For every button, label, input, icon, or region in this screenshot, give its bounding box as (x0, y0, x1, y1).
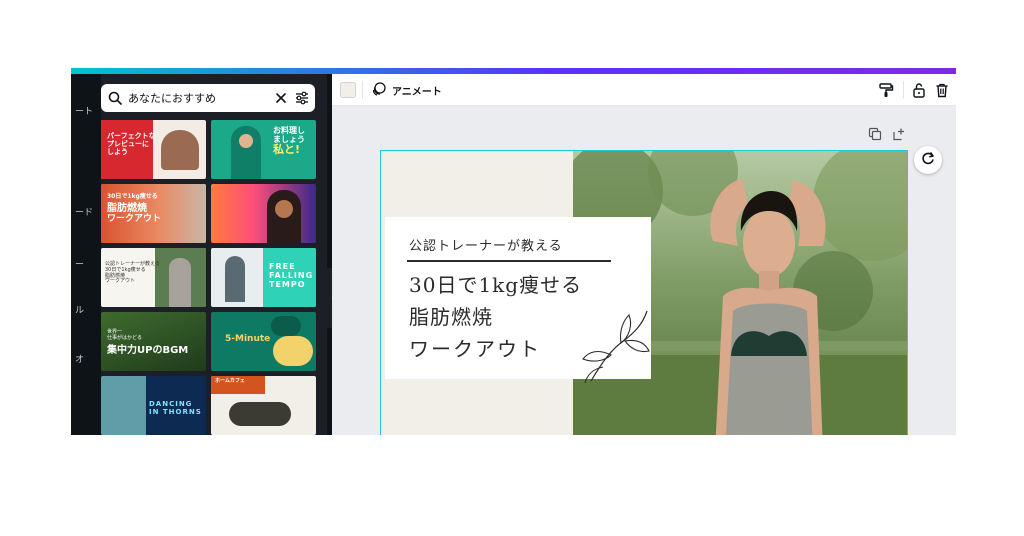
rail-label: ード (75, 208, 94, 218)
template-card[interactable]: ホームカフェ (211, 376, 316, 435)
template-text: DANCING IN THORNS (149, 400, 202, 417)
page-tools (868, 126, 906, 141)
title-text-card[interactable]: 公認トレーナーが教える 30日で1kg痩せる 脂肪燃焼 ワークアウト (385, 217, 651, 383)
leaf-ornament[interactable] (581, 309, 651, 383)
search-input[interactable] (128, 91, 273, 105)
template-text: 世界一 仕事がはかどる 集中力UPのBGM (107, 329, 189, 356)
template-card[interactable]: 30日で1kg痩せる 脂肪燃焼 ワークアウト (101, 184, 206, 243)
canvas-area: アニメート 公認トレーナーが教える 30日で1kg痩せる 脂肪燃焼 ワークアウト (332, 74, 956, 435)
animate-label: アニメート (392, 86, 442, 98)
design-title-line[interactable]: 脂肪燃焼 (409, 301, 493, 330)
template-card[interactable]: お料理し ましょう 私と! (211, 120, 316, 179)
rail-item-text[interactable]: ー (75, 257, 99, 270)
subtitle-underline (407, 260, 611, 262)
rail-label: ート (75, 107, 94, 117)
editor-app: ート ード ー ル オ パーフェクトなプレビューにしよう (71, 68, 956, 435)
design-title-line[interactable]: 30日で1kg痩せる (409, 269, 582, 298)
template-card[interactable]: 5-Minute (211, 312, 316, 371)
design-title-line[interactable]: ワークアウト (409, 333, 541, 362)
template-card[interactable]: DANCING IN THORNS (101, 376, 206, 435)
template-card[interactable] (211, 184, 316, 243)
sliders-icon[interactable] (294, 90, 309, 106)
template-text: お料理し ましょう 私と! (273, 126, 305, 157)
template-card[interactable]: パーフェクトな プレビューに しよう (101, 120, 206, 179)
template-card[interactable]: 公認トレーナーが教える 30日で1kg痩せる 脂肪燃焼 ワークアウト (101, 248, 206, 307)
duplicate-page-icon[interactable] (868, 126, 882, 141)
design-page[interactable]: 公認トレーナーが教える 30日で1kg痩せる 脂肪燃焼 ワークアウト (380, 150, 908, 435)
template-text: FREE FALLING TEMPO (269, 262, 314, 290)
search-bar (101, 84, 315, 112)
rail-item-tools[interactable]: ル (75, 303, 99, 316)
background-color-swatch[interactable] (340, 82, 356, 98)
refresh-icon (920, 150, 936, 170)
rail-label: ー (75, 260, 85, 270)
unlock-icon[interactable] (911, 82, 927, 98)
rail-item-elements[interactable]: ート (75, 104, 99, 117)
editor-toolbar: アニメート (332, 74, 956, 106)
design-subtitle[interactable]: 公認トレーナーが教える (409, 235, 563, 254)
refresh-button[interactable] (914, 146, 942, 174)
animate-button[interactable]: アニメート (372, 80, 442, 100)
template-card[interactable]: 世界一 仕事がはかどる 集中力UPのBGM (101, 312, 206, 371)
close-icon[interactable] (273, 90, 288, 106)
rail-item-upload[interactable]: ード (75, 205, 99, 218)
rail-label: オ (75, 355, 85, 365)
rail-item-audio[interactable]: オ (75, 352, 99, 365)
search-icon (107, 90, 122, 106)
template-card[interactable]: FREE FALLING TEMPO (211, 248, 316, 307)
rail-label: ル (75, 306, 85, 316)
left-rail: ート ード ー ル オ (71, 74, 101, 435)
paint-roller-icon[interactable] (878, 82, 894, 98)
template-text: パーフェクトな プレビューに しよう (107, 132, 156, 157)
template-text: 30日で1kg痩せる 脂肪燃焼 ワークアウト (107, 193, 162, 225)
templates-panel: パーフェクトなプレビューにしよう お料理しましょう私と! 30日で1kg痩せる脂… (101, 74, 327, 435)
animate-circles-icon (372, 81, 386, 99)
template-text: ホームカフェ (215, 378, 245, 384)
add-page-icon[interactable] (892, 126, 906, 141)
template-text: 公認トレーナーが教える 30日で1kg痩せる 脂肪燃焼 ワークアウト (105, 261, 160, 285)
trash-icon[interactable] (934, 82, 950, 98)
template-text: 5-Minute (225, 334, 271, 344)
